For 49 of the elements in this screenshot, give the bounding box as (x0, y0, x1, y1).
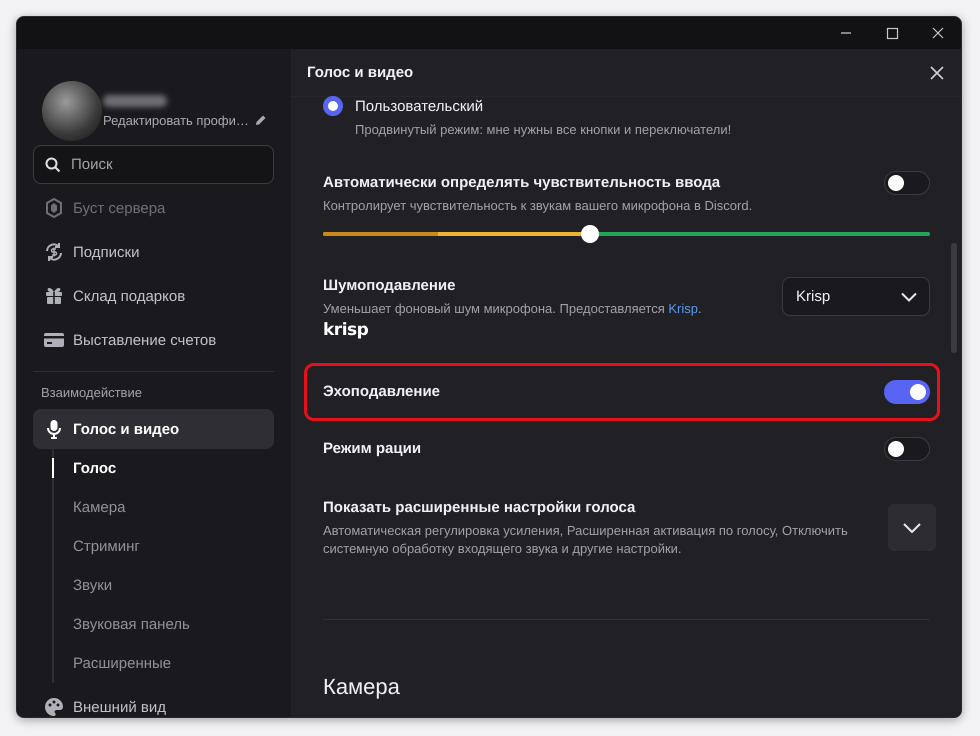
search-icon (45, 156, 61, 172)
toggle-switch[interactable] (884, 171, 930, 195)
setting-title: Эхоподавление (323, 382, 440, 402)
pencil-icon[interactable] (254, 114, 267, 126)
expand-button[interactable] (888, 504, 936, 551)
scrollbar[interactable] (951, 243, 957, 353)
toggle-switch[interactable] (884, 380, 930, 404)
slider-thumb[interactable] (581, 225, 600, 243)
section-heading: Камера (323, 673, 401, 701)
krisp-link[interactable]: Krisp (668, 301, 698, 316)
radio-button[interactable] (323, 96, 343, 116)
section-header: Взаимодействие (40, 384, 143, 402)
toggle-switch[interactable] (884, 437, 930, 461)
dollar-cycle-icon (44, 242, 64, 262)
setting-title: Показать расширенные настройки голоса (323, 498, 636, 518)
search-field[interactable]: Поиск (33, 145, 274, 184)
setting-description: Уменьшает фоновый шум микрофона. Предоставляется Krisp. (323, 300, 702, 318)
sidebar-subitem[interactable]: Голос (52, 449, 274, 488)
sidebar-subitem[interactable]: Расширенные (52, 644, 274, 683)
sidebar-item[interactable]: Голос и видео (33, 409, 274, 449)
option-description: Продвинутый режим: мне нужны все кнопки и переключатели! (355, 121, 732, 139)
setting-title: Автоматически определять чувствительность ввода (323, 173, 720, 193)
dropdown[interactable]: Krisp (782, 277, 930, 316)
gift-icon (45, 287, 63, 305)
sidebar-subitem[interactable]: Звуковая панель (52, 605, 274, 644)
gem-icon (46, 198, 62, 218)
sidebar-item[interactable]: Выставление счетов (33, 320, 274, 360)
edit-profile-link[interactable]: Редактировать профи… (103, 112, 249, 128)
sidebar-item[interactable]: Склад подарков (33, 276, 274, 316)
setting-title: Режим рации (323, 439, 422, 459)
microphone-icon (46, 419, 62, 439)
option-label: Пользовательский (355, 98, 484, 114)
sidebar-subitem[interactable]: Стриминг (52, 527, 274, 566)
sidebar-subitem[interactable]: Звуки (52, 566, 274, 605)
chevron-down-icon (901, 292, 917, 302)
search-placeholder: Поиск (71, 156, 113, 173)
close-icon[interactable] (930, 66, 944, 80)
setting-description: Автоматическая регулировка усиления, Расширенная активация по голосу, Отключить системную обработку входящего звука и другие настройки. (323, 522, 849, 558)
setting-title: Шумоподавление (323, 276, 456, 296)
blurred-username (103, 94, 167, 106)
chevron-down-icon (903, 522, 921, 532)
setting-description: Контролирует чувствительность к звукам вашего микрофона в Discord. (323, 197, 754, 215)
krisp-logo: krisp (323, 319, 370, 341)
sidebar-item[interactable]: Внешний вид (33, 687, 274, 717)
card-icon (44, 332, 64, 348)
page-title: Голос и видео (307, 64, 414, 81)
sidebar-item[interactable]: Подписки (33, 232, 274, 272)
sidebar-subitem[interactable]: Камера (52, 488, 274, 527)
sensitivity-slider[interactable] (323, 225, 930, 243)
